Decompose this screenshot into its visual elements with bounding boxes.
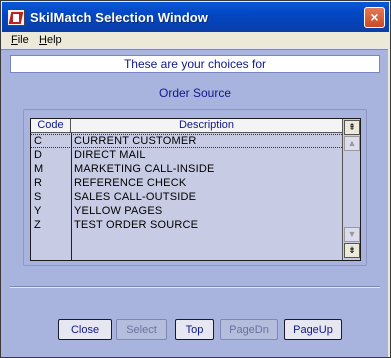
scroll-top-icon[interactable]: ⇞ [344,120,360,135]
bottom-separator [10,286,380,288]
pagedn-button[interactable]: PageDn [220,319,278,340]
row-description: CURRENT CUSTOMER [74,135,197,147]
app-icon[interactable] [7,9,25,26]
top-button[interactable]: Top [175,319,214,340]
row-code: M [34,163,44,175]
row-description: SALES CALL-OUTSIDE [74,191,197,203]
row-code: Z [34,219,41,231]
close-window-button[interactable]: × [364,7,385,28]
row-description: MARKETING CALL-INSIDE [74,163,215,175]
menu-bar: File Help [2,32,389,49]
menu-help[interactable]: Help [39,34,62,46]
row-code: C [34,135,42,147]
column-header-code[interactable]: Code [31,119,71,133]
row-code: R [34,177,42,189]
selection-subtitle: Order Source [158,86,232,100]
menu-separator [1,48,388,50]
scroll-up-icon[interactable]: ▲ [344,136,360,151]
table-header: Code Description [31,119,342,133]
title-bar[interactable]: SkilMatch Selection Window × [2,2,389,32]
table-rows: C CURRENT CUSTOMER D DIRECT MAIL M MARKE… [31,134,342,232]
table-row[interactable]: Z TEST ORDER SOURCE [31,218,342,232]
column-header-description[interactable]: Description [71,119,342,133]
row-description: REFERENCE CHECK [74,177,187,189]
row-code: D [34,149,42,161]
instruction-banner: These are your choices for [10,55,380,73]
row-description: DIRECT MAIL [74,149,146,161]
table-row[interactable]: D DIRECT MAIL [31,148,342,162]
select-button[interactable]: Select [116,319,167,340]
pageup-button[interactable]: PageUp [284,319,342,340]
table-row[interactable]: C CURRENT CUSTOMER [31,134,342,148]
row-description: YELLOW PAGES [74,205,163,217]
scroll-bottom-icon[interactable]: ⇟ [344,243,360,258]
row-description: TEST ORDER SOURCE [74,219,199,231]
row-code: Y [34,205,42,217]
menu-file[interactable]: File [11,34,29,46]
close-button[interactable]: Close [58,319,112,340]
table-row[interactable]: S SALES CALL-OUTSIDE [31,190,342,204]
scroll-down-icon[interactable]: ▼ [344,227,360,242]
table-row[interactable]: M MARKETING CALL-INSIDE [31,162,342,176]
vertical-scrollbar[interactable]: ⇞ ▲ ▼ ⇟ [342,119,360,260]
table-row[interactable]: Y YELLOW PAGES [31,204,342,218]
table-row[interactable]: R REFERENCE CHECK [31,176,342,190]
choices-table[interactable]: Code Description C CURRENT CUSTOMER D DI… [30,118,361,261]
row-code: S [34,191,42,203]
window-title: SkilMatch Selection Window [30,10,209,25]
